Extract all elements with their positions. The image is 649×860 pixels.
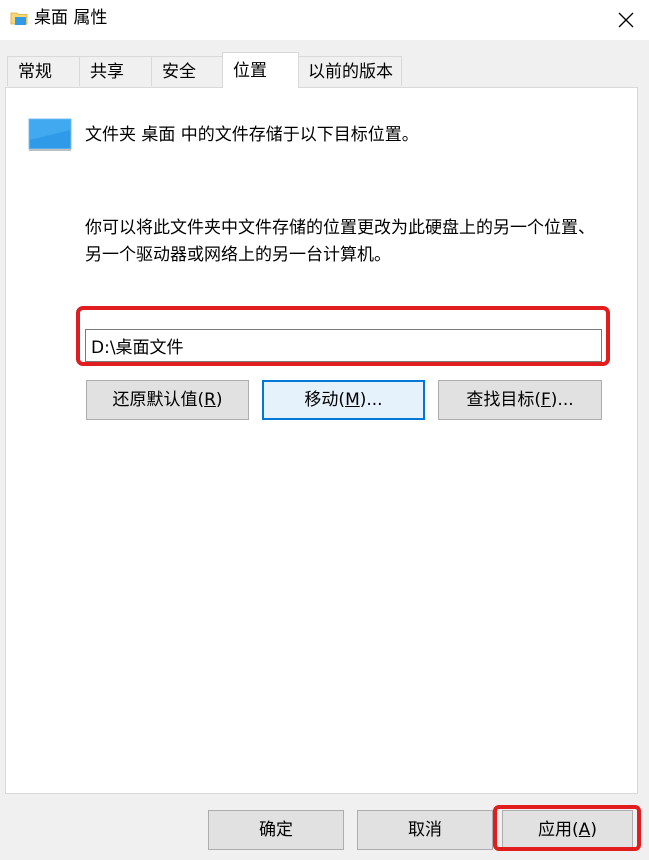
close-button[interactable]: [603, 0, 649, 40]
tab-general[interactable]: 常规: [7, 56, 82, 86]
location-panel: 文件夹 桌面 中的文件存储于以下目标位置。 你可以将此文件夹中文件存储的位置更改…: [5, 87, 638, 794]
desktop-folder-icon: [28, 118, 72, 151]
ok-button[interactable]: 确定: [208, 810, 344, 850]
cancel-button[interactable]: 取消: [357, 810, 493, 850]
tab-sharing[interactable]: 共享: [79, 56, 152, 86]
close-icon: [618, 12, 634, 28]
tab-location[interactable]: 位置: [222, 52, 299, 88]
restore-default-button[interactable]: 还原默认值(R): [86, 380, 249, 420]
move-button[interactable]: 移动(M)...: [262, 380, 425, 420]
apply-highlight: [493, 805, 641, 851]
find-target-button[interactable]: 查找目标(F)...: [438, 380, 602, 420]
folder-icon: [10, 12, 28, 25]
tab-previous-versions[interactable]: 以前的版本: [297, 56, 402, 86]
title-bar: 桌面 属性: [0, 0, 649, 40]
location-heading: 文件夹 桌面 中的文件存储于以下目标位置。: [85, 125, 419, 145]
tab-security[interactable]: 安全: [151, 56, 224, 86]
window-title: 桌面 属性: [34, 8, 108, 28]
path-input[interactable]: [85, 329, 602, 362]
location-description: 你可以将此文件夹中文件存储的位置更改为此硬盘上的另一个位置、另一个驱动器或网络上…: [85, 218, 595, 265]
